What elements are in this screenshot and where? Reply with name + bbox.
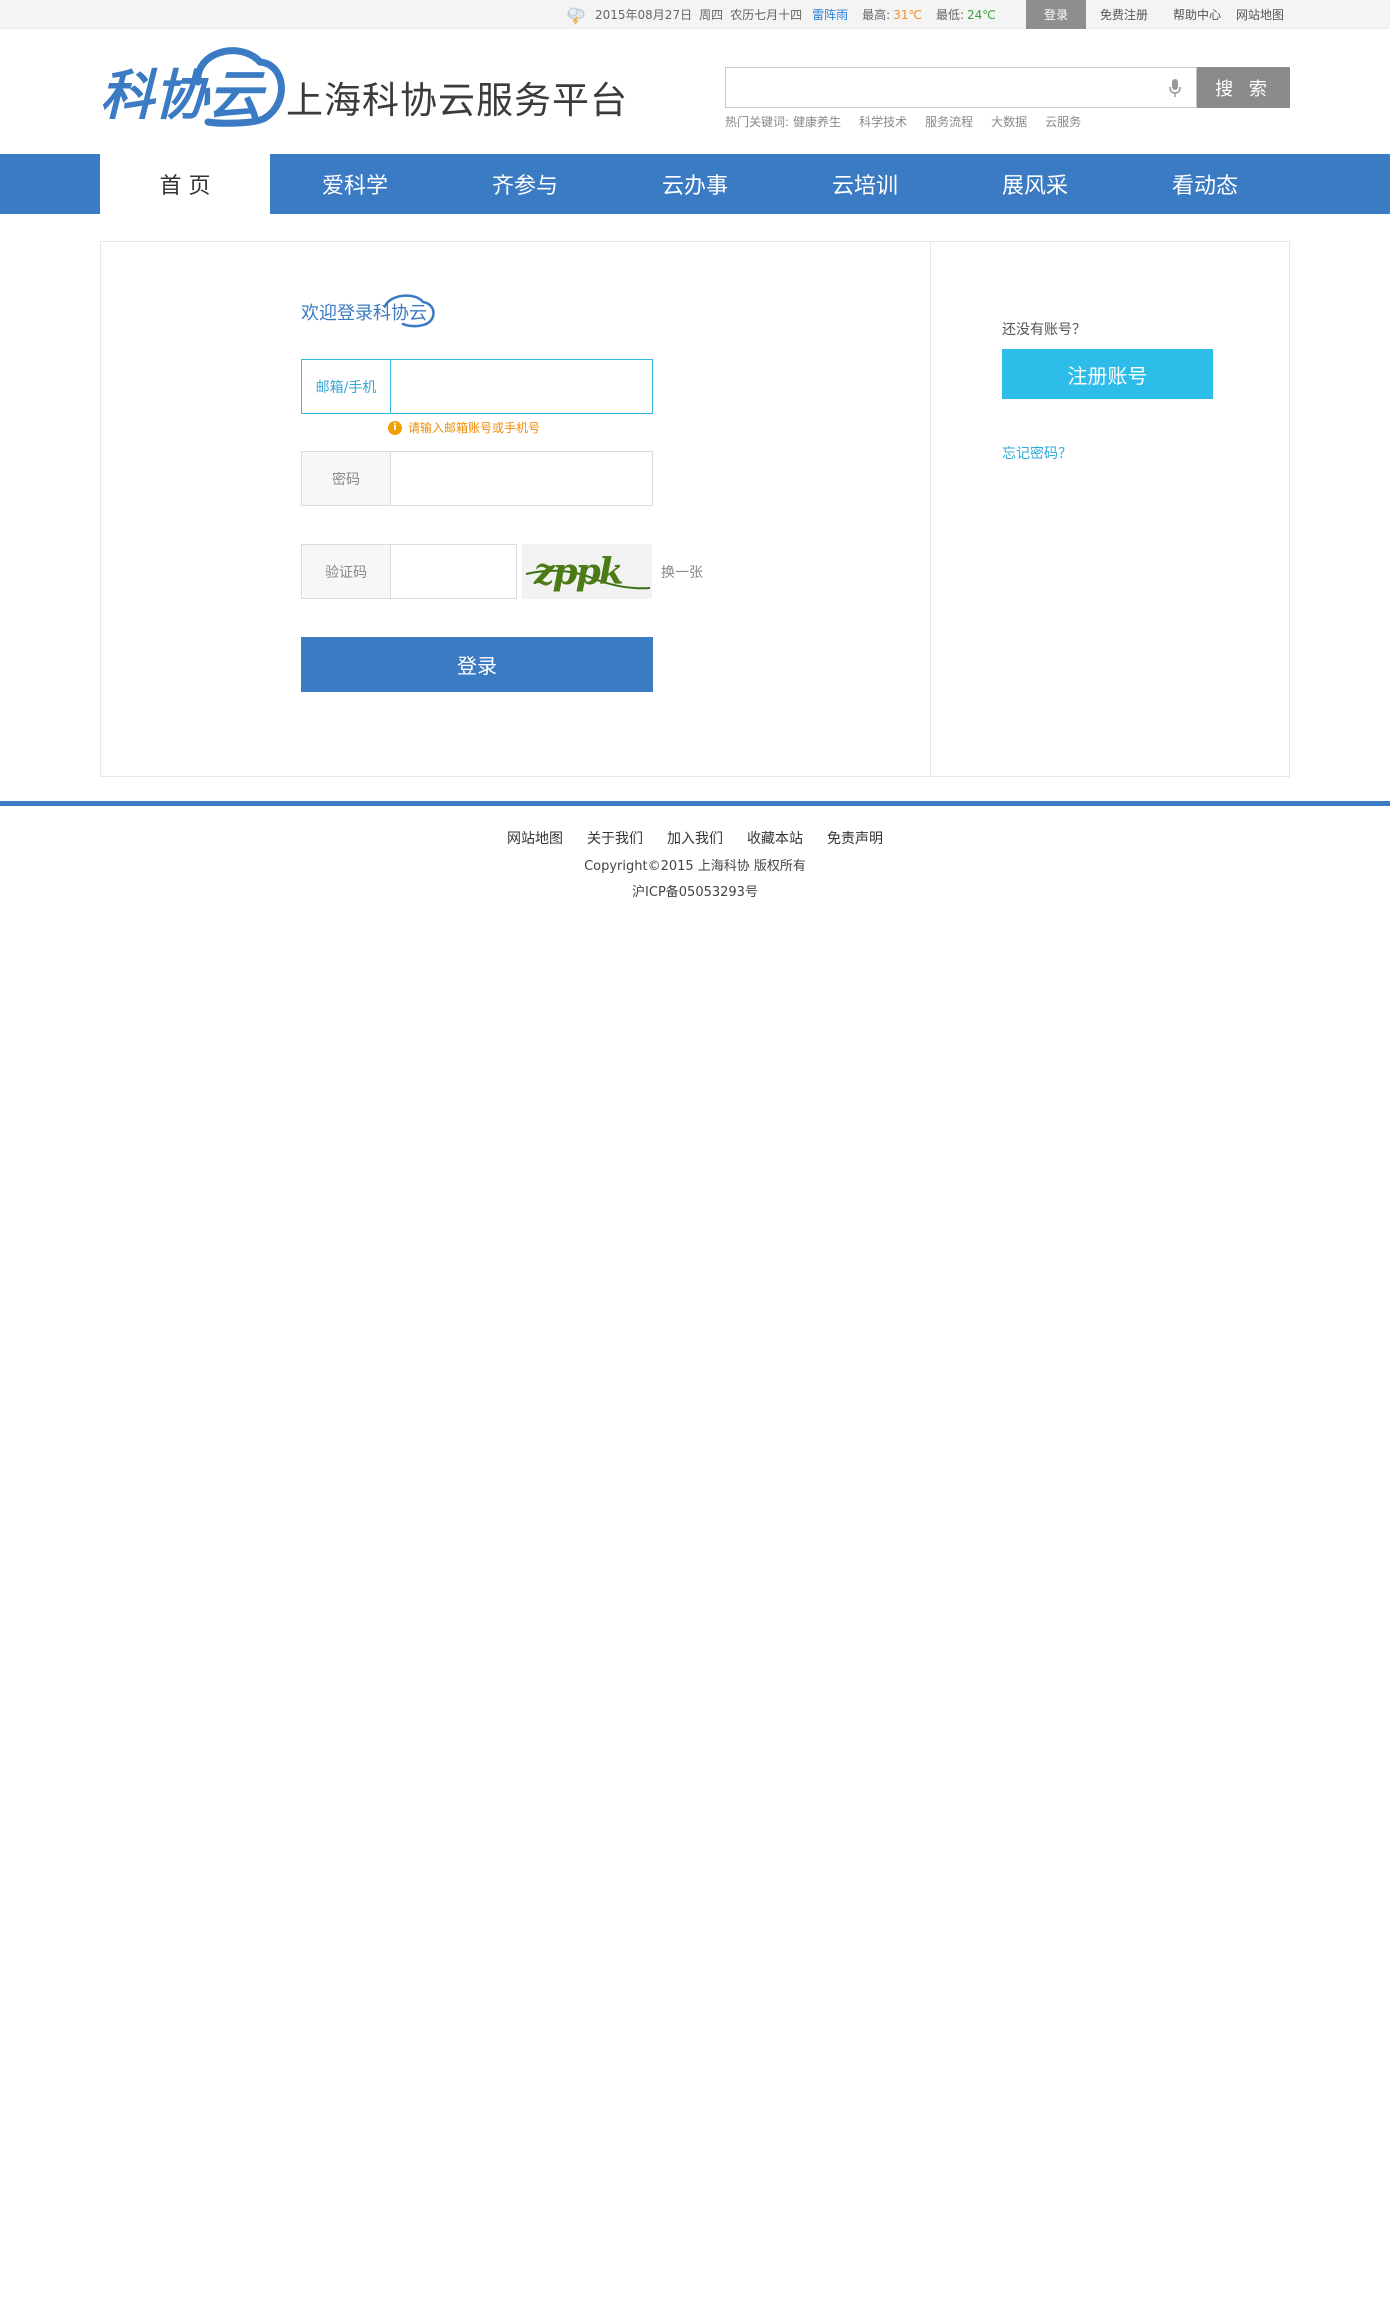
help-center-link[interactable]: 帮助中心 <box>1173 0 1221 29</box>
weather-high-label: 最高: <box>862 8 891 22</box>
password-field-label: 密码 <box>302 452 391 505</box>
weather-condition: 雷阵雨 <box>812 8 849 22</box>
svg-text:科协云: 科协云 <box>100 64 267 127</box>
hot-keyword-link[interactable]: 云服务 <box>1045 113 1081 130</box>
weather-lunar: 农历七月十四 <box>730 8 803 22</box>
weather-low-label: 最低: <box>935 8 964 22</box>
hot-keyword-link[interactable]: 健康养生 <box>793 113 841 130</box>
nav-item-cloud-training[interactable]: 云培训 <box>780 154 950 214</box>
forgot-password-link[interactable]: 忘记密码？ <box>1002 443 1072 463</box>
footer-divider <box>0 801 1390 806</box>
hot-keyword-link[interactable]: 服务流程 <box>925 113 973 130</box>
hot-keyword-link[interactable]: 大数据 <box>991 113 1027 130</box>
icp-text: 沪ICP备05053293号 <box>632 885 758 900</box>
nav-item-home[interactable]: 首 页 <box>100 154 270 214</box>
platform-name: 上海科协云服务平台 <box>286 79 628 122</box>
password-input[interactable] <box>392 452 652 505</box>
nav-item-showcase[interactable]: 展风采 <box>950 154 1120 214</box>
login-tab[interactable]: 登录 <box>1026 0 1086 29</box>
top-utility-bar: 2015年08月27日 周四 农历七月十四 雷阵雨 最高: 31℃ 最低: 24… <box>0 0 1390 29</box>
nav-item-love-science[interactable]: 爱科学 <box>270 154 440 214</box>
weather-date: 2015年08月27日 <box>595 8 693 22</box>
refresh-captcha-link[interactable]: 换一张 <box>661 562 703 582</box>
captcha-image[interactable]: zppk <box>522 544 652 599</box>
footer-link-about[interactable]: 关于我们 <box>587 828 643 848</box>
panel-divider <box>930 242 931 776</box>
captcha-field: 验证码 <box>301 544 517 599</box>
register-link[interactable]: 免费注册 <box>1100 0 1148 29</box>
email-hint-text: 请输入邮箱账号或手机号 <box>408 421 541 435</box>
email-field: 邮箱/手机 <box>301 359 653 414</box>
no-account-text: 还没有账号？ <box>1002 322 1086 338</box>
captcha-text: zppk <box>533 551 623 593</box>
footer-link-join[interactable]: 加入我们 <box>667 828 723 848</box>
register-account-button[interactable]: 注册账号 <box>1002 349 1213 399</box>
thunderstorm-icon <box>567 7 585 24</box>
email-field-label: 邮箱/手机 <box>302 360 391 413</box>
search-button[interactable]: 搜 索 <box>1197 67 1290 108</box>
hot-keywords: 热门关键词: 健康养生 科学技术 服务流程 大数据 云服务 <box>725 113 1081 130</box>
password-field: 密码 <box>301 451 653 506</box>
hot-keywords-label: 热门关键词: <box>725 115 790 129</box>
search-bar: 搜 索 <box>725 67 1290 108</box>
hot-keyword-link[interactable]: 科学技术 <box>859 113 907 130</box>
footer-link-bookmark[interactable]: 收藏本站 <box>747 828 803 848</box>
login-submit-button[interactable]: 登录 <box>301 637 653 692</box>
login-panel: 欢迎登录科协云 邮箱/手机 i 请输入邮箱账号或手机号 密码 验证码 zppk … <box>100 241 1290 777</box>
microphone-icon[interactable] <box>1168 78 1182 98</box>
email-input[interactable] <box>392 360 652 413</box>
footer-link-sitemap[interactable]: 网站地图 <box>507 828 563 848</box>
captcha-graphic: zppk <box>525 551 651 593</box>
weather-weekday: 周四 <box>699 8 724 22</box>
copyright-text: Copyright©2015 上海科协 版权所有 <box>584 859 806 874</box>
footer-links: 网站地图 关于我们 加入我们 收藏本站 免责声明 <box>0 828 1390 848</box>
main-navigation: 首 页 爱科学 齐参与 云办事 云培训 展风采 看动态 <box>0 154 1390 214</box>
footer-link-disclaimer[interactable]: 免责声明 <box>827 828 883 848</box>
nav-item-participate[interactable]: 齐参与 <box>440 154 610 214</box>
weather-high-temp: 31℃ <box>893 7 922 22</box>
kexie-cloud-logo-icon: 科协云 <box>100 47 285 127</box>
email-hint: i 请输入邮箱账号或手机号 <box>388 419 540 436</box>
cloud-swoosh-icon <box>383 294 435 328</box>
top-links: 登录 免费注册 帮助中心 网站地图 <box>1026 0 1284 29</box>
weather-low-temp: 24℃ <box>966 7 996 22</box>
weather-widget: 2015年08月27日 周四 农历七月十四 雷阵雨 最高: 31℃ 最低: 24… <box>565 0 1003 29</box>
nav-item-cloud-affairs[interactable]: 云办事 <box>610 154 780 214</box>
captcha-input[interactable] <box>392 545 516 598</box>
sitemap-link[interactable]: 网站地图 <box>1236 0 1284 29</box>
captcha-field-label: 验证码 <box>302 545 391 598</box>
info-icon: i <box>388 420 402 435</box>
nav-item-news[interactable]: 看动态 <box>1120 154 1290 214</box>
search-input[interactable] <box>725 67 1197 108</box>
login-heading: 欢迎登录科协云 <box>301 292 437 332</box>
